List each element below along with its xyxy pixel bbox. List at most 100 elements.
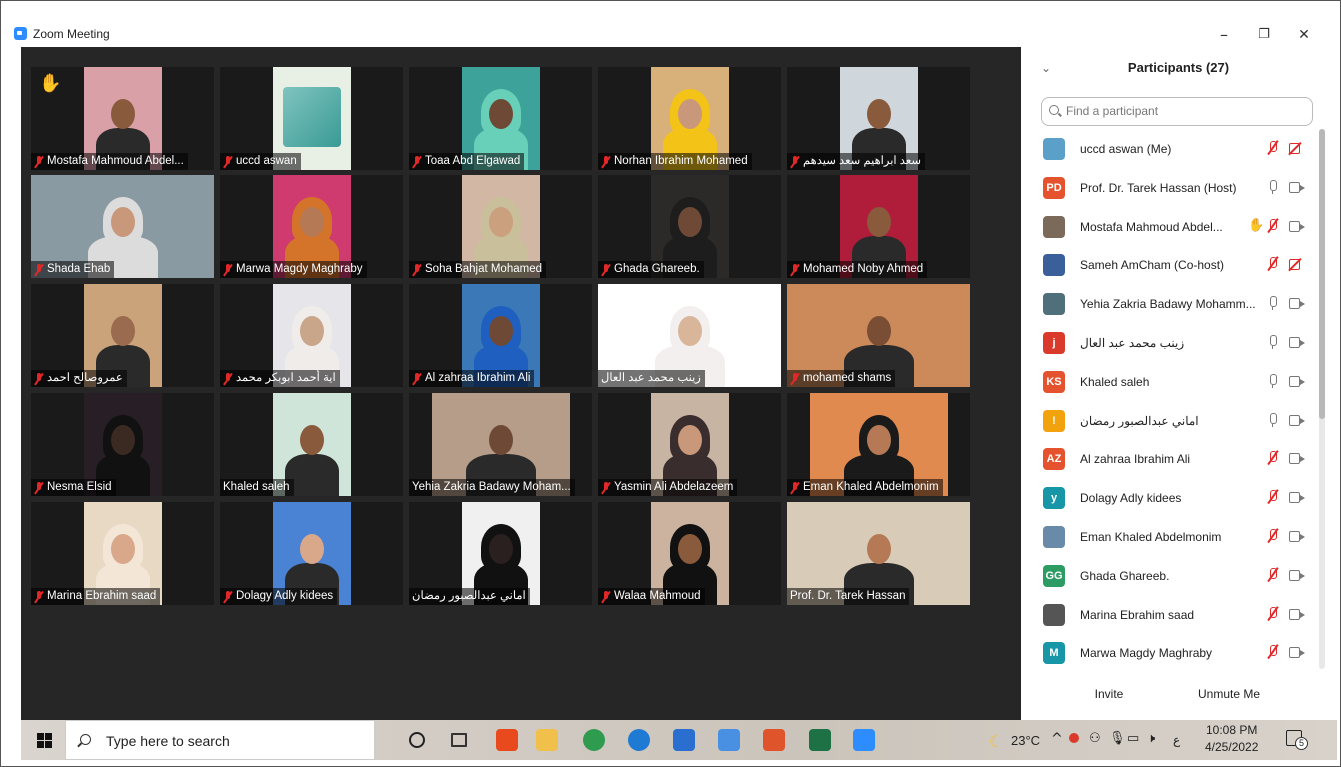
mic-muted-icon[interactable] xyxy=(1266,528,1280,544)
video-icon[interactable] xyxy=(1289,298,1305,310)
participant-search-input[interactable]: Find a participant xyxy=(1041,97,1313,126)
video-tile[interactable]: سعد ابراهيم سعد سيدهم xyxy=(787,67,970,170)
video-tile[interactable]: زينب محمد عبد العال xyxy=(598,284,781,387)
video-tile[interactable]: Yehia Zakria Badawy Moham... xyxy=(409,393,592,496)
mic-icon[interactable] xyxy=(1266,179,1280,195)
battery-icon[interactable]: ▭ xyxy=(1127,731,1139,746)
video-tile[interactable]: Eman Khaled Abdelmonim xyxy=(787,393,970,496)
video-tile[interactable]: اماني عبدالصبور رمضان xyxy=(409,502,592,605)
video-icon[interactable] xyxy=(1289,453,1305,465)
video-tile[interactable]: Al zahraa Ibrahim Ali xyxy=(409,284,592,387)
video-tile[interactable]: Walaa Mahmoud xyxy=(598,502,781,605)
video-tile[interactable]: Marwa Magdy Maghraby xyxy=(220,175,403,278)
participant-row[interactable]: Eman Khaled Abdelmonim xyxy=(1041,518,1311,557)
mic-icon[interactable] xyxy=(1266,334,1280,350)
taskbar-search-box[interactable]: Type here to search xyxy=(65,720,375,760)
participant-name: Dolagy Adly kidees xyxy=(236,590,334,602)
video-tile[interactable]: Shada Ehab xyxy=(31,175,214,278)
participant-row[interactable]: uccd aswan (Me) xyxy=(1041,130,1311,169)
participant-scrollbar[interactable] xyxy=(1319,129,1325,669)
show-hidden-icons[interactable]: ^ xyxy=(1051,731,1063,747)
mic-icon[interactable] xyxy=(1266,295,1280,311)
close-button[interactable]: ✕ xyxy=(1284,23,1324,47)
clock-time[interactable]: 10:08 PM xyxy=(1206,723,1257,737)
participant-row[interactable]: KS Khaled saleh xyxy=(1041,363,1311,402)
video-tile[interactable]: Yasmin Ali Abdelazeem xyxy=(598,393,781,496)
network-status-icon[interactable]: ⚇ xyxy=(1089,731,1101,746)
task-view-icon[interactable] xyxy=(451,733,467,747)
video-icon[interactable] xyxy=(1289,220,1305,232)
video-tile[interactable]: Norhan Ibrahim Mohamed xyxy=(598,67,781,170)
mic-muted-icon[interactable] xyxy=(1266,218,1280,234)
tile-name-label: عمروصالح احمد xyxy=(31,370,127,387)
video-icon[interactable] xyxy=(1289,531,1305,542)
video-tile[interactable]: Toaa Abd Elgawad xyxy=(409,67,592,170)
restore-button[interactable]: ❐ xyxy=(1244,23,1284,47)
video-icon[interactable] xyxy=(1289,569,1305,581)
video-tile[interactable]: Prof. Dr. Tarek Hassan xyxy=(787,502,970,605)
video-tile[interactable]: Marina Ebrahim saad xyxy=(31,502,214,605)
video-tile[interactable]: ✋ Mostafa Mahmoud Abdel... xyxy=(31,67,214,170)
mic-muted-icon[interactable] xyxy=(1266,644,1280,660)
volume-muted-icon[interactable]: 🕨 xyxy=(1147,731,1155,746)
participant-row[interactable]: Mostafa Mahmoud Abdel... ✋ xyxy=(1041,208,1311,247)
file-explorer-icon[interactable] xyxy=(536,729,558,751)
mic-muted-icon[interactable] xyxy=(1266,606,1280,622)
invite-button[interactable]: Invite xyxy=(1081,682,1137,706)
excel-icon[interactable] xyxy=(809,729,831,751)
participant-row[interactable]: Sameh AmCham (Co-host) xyxy=(1041,246,1311,285)
video-tile[interactable]: Mohamed Noby Ahmed xyxy=(787,175,970,278)
video-icon[interactable] xyxy=(1289,608,1305,620)
edge-icon[interactable] xyxy=(628,729,650,751)
minimize-button[interactable]: – xyxy=(1204,23,1244,47)
zoom-icon[interactable] xyxy=(853,729,875,751)
participant-row[interactable]: GG Ghada Ghareeb. xyxy=(1041,557,1311,596)
antivirus-icon[interactable] xyxy=(1069,733,1079,743)
video-tile[interactable]: Soha Bahjat Mohamed xyxy=(409,175,592,278)
participant-row[interactable]: AZ Al zahraa Ibrahim Ali xyxy=(1041,440,1311,479)
video-app-icon[interactable] xyxy=(763,729,785,751)
video-icon[interactable] xyxy=(1289,414,1305,426)
video-icon[interactable] xyxy=(1289,337,1305,348)
weather-temp[interactable]: 23°C xyxy=(1011,733,1040,748)
mic-muted-icon[interactable] xyxy=(1266,256,1280,272)
video-tile[interactable]: Dolagy Adly kidees xyxy=(220,502,403,605)
participant-row[interactable]: Yehia Zakria Badawy Mohamm... xyxy=(1041,285,1311,324)
video-tile[interactable]: Ghada Ghareeb. xyxy=(598,175,781,278)
mic-muted-icon[interactable] xyxy=(1266,140,1280,156)
video-tile[interactable]: Khaled saleh xyxy=(220,393,403,496)
mic-muted-icon[interactable] xyxy=(1266,567,1280,583)
participant-row[interactable]: y Dolagy Adly kidees xyxy=(1041,479,1311,518)
participant-row[interactable]: j زينب محمد عبد العال xyxy=(1041,324,1311,363)
app-icon[interactable] xyxy=(718,729,740,751)
video-icon[interactable] xyxy=(1289,375,1305,387)
office-icon[interactable] xyxy=(496,729,518,751)
video-off-icon[interactable] xyxy=(1289,259,1300,271)
cortana-icon[interactable] xyxy=(409,732,425,748)
clock-date[interactable]: 4/25/2022 xyxy=(1205,740,1258,754)
video-icon[interactable] xyxy=(1289,492,1305,504)
video-tile[interactable]: اية أحمد ابوبكر محمد xyxy=(220,284,403,387)
participant-row[interactable]: ! اماني عبدالصبور رمضان xyxy=(1041,402,1311,441)
video-off-icon[interactable] xyxy=(1289,143,1300,154)
unmute-me-button[interactable]: Unmute Me xyxy=(1189,682,1269,706)
mic-icon[interactable] xyxy=(1266,412,1280,428)
scroll-thumb[interactable] xyxy=(1319,129,1325,419)
video-tile[interactable]: Nesma Elsid xyxy=(31,393,214,496)
mic-muted-icon[interactable] xyxy=(1266,489,1280,505)
video-tile[interactable]: عمروصالح احمد xyxy=(31,284,214,387)
video-tile[interactable]: mohamed shams xyxy=(787,284,970,387)
mail-icon[interactable] xyxy=(673,729,695,751)
mic-muted-icon[interactable] xyxy=(1266,450,1280,466)
mic-icon[interactable] xyxy=(1266,373,1280,389)
chrome-icon[interactable] xyxy=(583,729,605,751)
video-icon[interactable] xyxy=(1289,647,1305,659)
input-language[interactable]: ع xyxy=(1173,733,1180,747)
video-icon[interactable] xyxy=(1289,181,1305,193)
participant-row[interactable]: PD Prof. Dr. Tarek Hassan (Host) xyxy=(1041,169,1311,208)
start-button[interactable] xyxy=(37,733,52,748)
microphone-tray-icon[interactable]: 🎙︎ xyxy=(1109,731,1126,746)
video-tile[interactable]: uccd aswan xyxy=(220,67,403,170)
participant-row[interactable]: M Marwa Magdy Maghraby xyxy=(1041,634,1311,673)
participant-row[interactable]: Marina Ebrahim saad xyxy=(1041,596,1311,635)
